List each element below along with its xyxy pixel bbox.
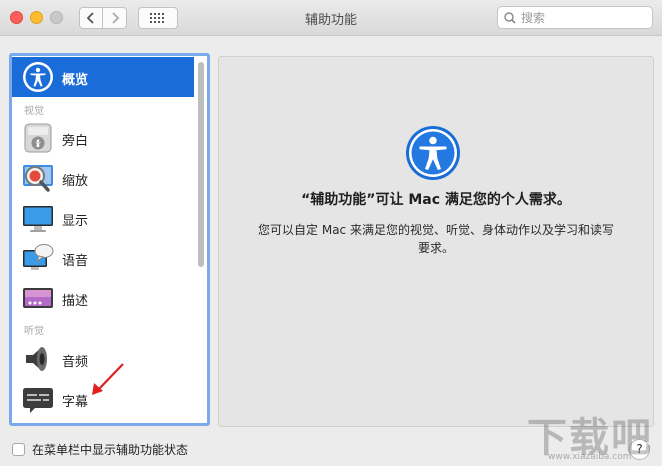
section-header-vision: 视觉 [24,106,44,117]
search-box[interactable] [497,6,653,29]
voiceover-icon [24,123,52,153]
zoom-icon [23,165,53,192]
watermark-url: www.xiazaiba.com [548,452,632,462]
menu-bar-status-label: 在菜单栏中显示辅助功能状态 [32,443,189,457]
sidebar-item-label: 缩放 [62,174,89,189]
sidebar-item-label: 音频 [62,355,89,370]
sidebar-item-display[interactable]: 显示 [12,198,194,238]
sidebar-item-label: 语音 [62,254,89,269]
detail-description: 您可以自定 Mac 来满足您的视觉、听觉、身体动作以及学习和读写要求。 [258,223,614,255]
accessibility-icon [406,126,460,180]
sidebar-item-label: 显示 [62,214,89,229]
title-bar: 辅助功能 [0,0,662,36]
menu-bar-status-checkbox[interactable] [12,443,25,456]
speech-icon [23,244,54,270]
search-icon [504,11,516,24]
sidebar-item-overview[interactable]: 概览 [12,57,194,97]
descriptions-icon [23,288,53,308]
section-header-hearing: 听觉 [24,326,44,337]
annotation-arrow [92,363,124,395]
sidebar-item-label: 概览 [62,73,89,88]
menu-bar-status-option[interactable]: 在菜单栏中显示辅助功能状态 [12,441,188,458]
display-icon [23,206,53,232]
sidebar-item-zoom[interactable]: 缩放 [12,158,194,198]
sidebar-item-voiceover[interactable]: 旁白 [12,118,194,158]
captions-icon [23,388,53,413]
sidebar-item-label: 旁白 [62,134,89,149]
speaker-icon [26,347,47,371]
sidebar-scroll-thumb[interactable] [198,62,204,267]
sidebar-item-descriptions[interactable]: 描述 [12,278,194,318]
sidebar-item-label: 字幕 [62,395,89,410]
detail-title: “辅助功能”可让 Mac 满足您的个人需求。 [301,192,571,208]
detail-pane: “辅助功能”可让 Mac 满足您的个人需求。 您可以自定 Mac 来满足您的视觉… [218,56,654,427]
search-input[interactable] [521,10,645,25]
sidebar-item-speech[interactable]: 语音 [12,238,194,278]
sidebar-item-label: 描述 [62,294,89,309]
accessibility-icon [23,62,53,92]
